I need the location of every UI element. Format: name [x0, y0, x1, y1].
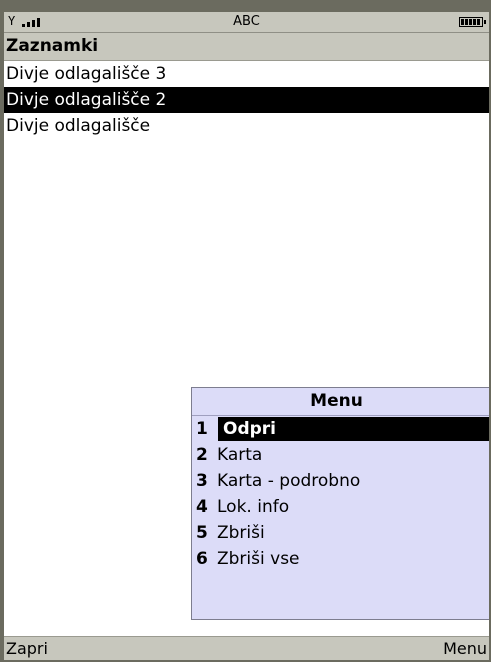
- menu-item-zbrisi-vse[interactable]: 6 Zbriši vse: [192, 546, 489, 572]
- menu-item-number: 5: [196, 523, 208, 543]
- menu-item-odpri[interactable]: 1 Odpri: [192, 416, 489, 442]
- menu-item-karta[interactable]: 2 Karta: [192, 442, 489, 468]
- menu-item-number: 3: [196, 471, 208, 491]
- softkey-bar: Zapri Menu: [4, 636, 489, 660]
- menu-item-zbrisi[interactable]: 5 Zbriši: [192, 520, 489, 546]
- input-mode-indicator: ABC: [233, 14, 260, 29]
- menu-item-number: 2: [196, 445, 208, 465]
- menu-item-lok-info[interactable]: 4 Lok. info: [192, 494, 489, 520]
- menu-item-label: Odpri: [218, 417, 489, 441]
- options-menu: Menu 1 Odpri 2 Karta 3 Karta - podrobno …: [191, 387, 489, 620]
- menu-item-number: 6: [196, 549, 208, 569]
- menu-item-label: Karta - podrobno: [217, 471, 361, 491]
- menu-item-karta-podrobno[interactable]: 3 Karta - podrobno: [192, 468, 489, 494]
- bookmark-list: Divje odlagališče 3 Divje odlagališče 2 …: [4, 61, 489, 139]
- page-title: Zaznamki: [6, 36, 99, 56]
- status-bar: Y ABC: [4, 12, 489, 33]
- list-item-selected[interactable]: Divje odlagališče 2: [4, 87, 489, 113]
- list-item[interactable]: Divje odlagališče: [4, 113, 489, 139]
- list-item[interactable]: Divje odlagališče 3: [4, 61, 489, 87]
- right-softkey-button[interactable]: Menu: [443, 639, 487, 659]
- battery-icon: [459, 17, 486, 27]
- menu-title: Menu: [192, 388, 489, 416]
- menu-item-label: Karta: [217, 445, 263, 465]
- phone-screen: Y ABC Zaznamki Divje odlagališče 3 Divje…: [4, 12, 489, 660]
- menu-item-label: Zbriši: [217, 523, 265, 543]
- menu-item-number: 4: [196, 497, 208, 517]
- menu-item-label: Zbriši vse: [217, 549, 300, 569]
- menu-item-label: Lok. info: [217, 497, 290, 517]
- left-softkey-button[interactable]: Zapri: [6, 639, 48, 659]
- menu-item-number: 1: [196, 419, 208, 439]
- title-bar: Zaznamki: [4, 33, 489, 61]
